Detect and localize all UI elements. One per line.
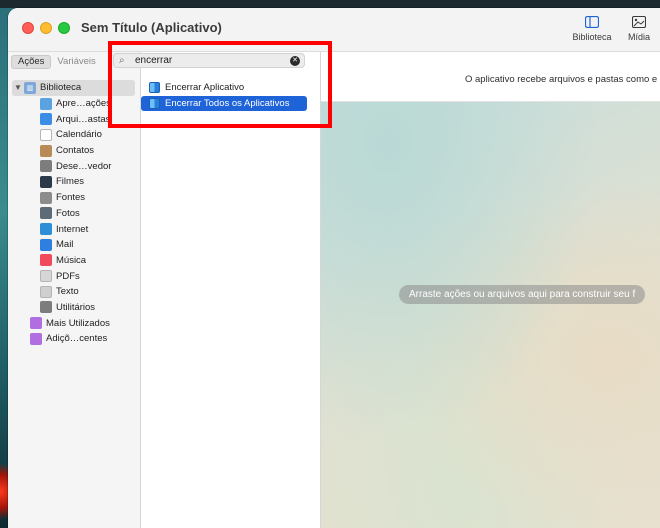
- finder-icon: [40, 113, 52, 126]
- smart-folder-icon: [30, 332, 42, 345]
- sidebar-item-label: Fotos: [56, 207, 80, 219]
- media-toolbar-button[interactable]: Mídia: [614, 16, 660, 48]
- developer-icon: [40, 160, 52, 173]
- sidebar-item-fontes[interactable]: Fontes: [8, 190, 141, 206]
- utilities-icon: [40, 301, 52, 314]
- library-panel: Ações Variáveis ▼ ▥ Biblioteca Apre…açõe…: [8, 52, 141, 528]
- sidebar-item-label: Filmes: [56, 176, 84, 188]
- sidebar-item-label: Arqui…astas: [56, 113, 111, 125]
- sidebar-item-adiçõ-centes[interactable]: Adiçõ…centes: [8, 331, 141, 347]
- sidebar-item-fotos[interactable]: Fotos: [8, 206, 141, 222]
- library-books-icon: ▥: [24, 81, 36, 94]
- internet-icon: [40, 223, 52, 236]
- result-encerrar-todos-os-aplicativos[interactable]: Encerrar Todos os Aplicativos: [141, 96, 307, 111]
- desktop-menubar-strip: [0, 0, 660, 8]
- sidebar-item-internet[interactable]: Internet: [8, 221, 141, 237]
- sidebar-item-label: Utilitários: [56, 301, 96, 313]
- presentation-icon: [40, 97, 52, 110]
- sidebar-item-pdfs[interactable]: PDFs: [8, 268, 141, 284]
- fonts-icon: [40, 191, 52, 204]
- sidebar-item-mais-utilizados[interactable]: Mais Utilizados: [8, 315, 141, 331]
- text-icon: [40, 285, 52, 298]
- sidebar-item-label: Música: [56, 254, 87, 266]
- sidebar-item-contatos[interactable]: Contatos: [8, 143, 141, 159]
- search-icon: ⌕: [119, 55, 125, 66]
- library-segmented-control: Ações Variáveis: [11, 55, 102, 69]
- tab-actions[interactable]: Ações: [11, 55, 52, 69]
- minimize-window-button[interactable]: [40, 22, 52, 34]
- search-results-list: Encerrar Aplicativo Encerrar Todos os Ap…: [141, 80, 307, 111]
- sidebar-icon: [585, 16, 599, 28]
- sidebar-item-label: Apre…ações: [56, 98, 111, 110]
- sidebar-item-label: Contatos: [56, 145, 95, 157]
- library-root-label: Biblioteca: [40, 82, 82, 94]
- sidebar-item-utilitários[interactable]: Utilitários: [8, 300, 141, 316]
- sidebar-item-label: Mail: [56, 239, 74, 251]
- movies-icon: [40, 175, 52, 188]
- music-icon: [40, 254, 52, 267]
- sidebar-item-arqui-astas[interactable]: Arqui…astas: [8, 111, 141, 127]
- library-toolbar-button[interactable]: Biblioteca: [567, 16, 617, 48]
- search-input[interactable]: encerrar: [135, 55, 290, 66]
- sidebar-item-label: Adiçõ…centes: [46, 333, 108, 345]
- sidebar-item-label: PDFs: [56, 270, 80, 282]
- result-label: Encerrar Aplicativo: [165, 82, 245, 93]
- calendar-icon: [40, 128, 52, 141]
- sidebar-item-label: Mais Utilizados: [46, 317, 110, 329]
- mail-icon: [40, 238, 52, 251]
- workflow-drop-area[interactable]: Arraste ações ou arquivos aqui para cons…: [321, 102, 660, 528]
- titlebar: Sem Título (Aplicativo) Biblioteca Mídia: [8, 8, 660, 52]
- desktop-wallpaper-accent: [0, 455, 8, 528]
- result-encerrar-aplicativo[interactable]: Encerrar Aplicativo: [141, 80, 307, 95]
- sidebar-item-dese-vedor[interactable]: Dese…vedor: [8, 158, 141, 174]
- automator-window: Sem Título (Aplicativo) Biblioteca Mídia…: [8, 8, 660, 528]
- media-toolbar-label: Mídia: [627, 32, 650, 42]
- sidebar-item-label: Internet: [56, 223, 89, 235]
- sidebar-item-apre-ações[interactable]: Apre…ações: [8, 96, 141, 112]
- photos-icon: [40, 207, 52, 220]
- sidebar-item-filmes[interactable]: Filmes: [8, 174, 141, 190]
- sidebar-item-mail[interactable]: Mail: [8, 237, 141, 253]
- window-title: Sem Título (Aplicativo): [81, 20, 222, 35]
- finder-icon: [149, 82, 160, 93]
- actions-list-panel: [141, 52, 321, 528]
- library-toolbar-label: Biblioteca: [572, 32, 612, 42]
- library-tree: ▼ ▥ Biblioteca Apre…ações Arqui…astas Cale…: [8, 80, 141, 347]
- close-window-button[interactable]: [22, 22, 34, 34]
- workflow-info-bar: O aplicativo recebe arquivos e pastas co…: [321, 52, 660, 102]
- sidebar-item-label: Dese…vedor: [56, 160, 112, 172]
- sidebar-item-calendário[interactable]: Calendário: [8, 127, 141, 143]
- sidebar-item-texto[interactable]: Texto: [8, 284, 141, 300]
- disclosure-triangle-icon[interactable]: ▼: [14, 83, 24, 92]
- action-search-field[interactable]: ⌕ encerrar ✕: [113, 53, 305, 68]
- sidebar-item-label: Texto: [56, 286, 79, 298]
- photo-icon: [632, 16, 646, 28]
- tab-variables[interactable]: Variáveis: [51, 55, 101, 69]
- pdf-icon: [40, 270, 52, 283]
- drop-hint: Arraste ações ou arquivos aqui para cons…: [399, 285, 646, 304]
- smart-folder-icon: [30, 317, 42, 330]
- library-root-item[interactable]: ▼ ▥ Biblioteca: [12, 80, 135, 96]
- sidebar-item-música[interactable]: Música: [8, 253, 141, 269]
- finder-icon: [149, 98, 160, 109]
- workflow-input-description: O aplicativo recebe arquivos e pastas co…: [465, 74, 658, 85]
- sidebar-item-label: Calendário: [56, 129, 102, 141]
- clear-search-icon[interactable]: ✕: [290, 55, 300, 66]
- result-label: Encerrar Todos os Aplicativos: [165, 98, 290, 109]
- zoom-window-button[interactable]: [58, 22, 70, 34]
- contacts-icon: [40, 144, 52, 157]
- sidebar-item-label: Fontes: [56, 192, 86, 204]
